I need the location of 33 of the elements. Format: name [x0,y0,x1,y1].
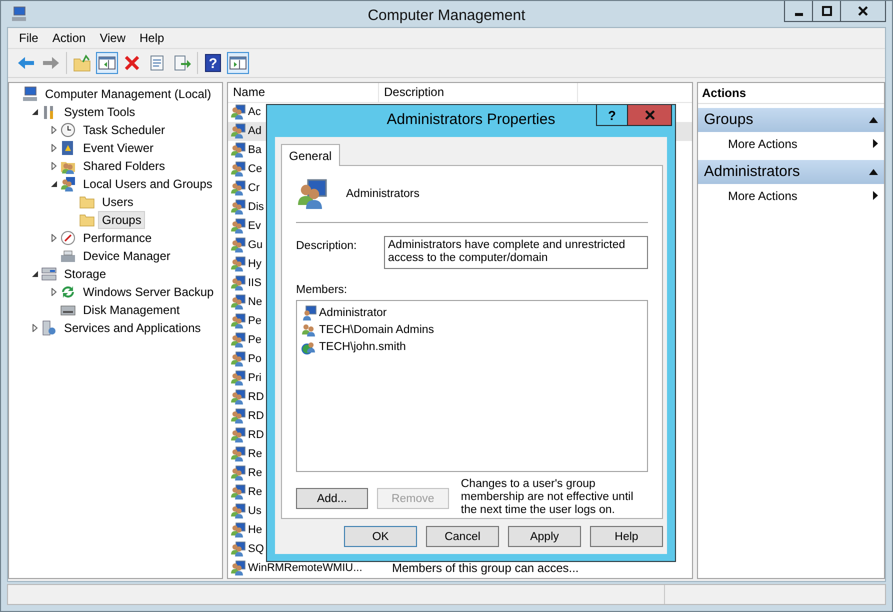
group-name: Dis [248,201,264,214]
group-name: He [248,524,262,536]
group-name: Ev [248,220,261,232]
group-name: Hy [248,258,262,270]
group-name: RD [248,429,264,442]
group-description: Members of this group can acces... [392,561,579,576]
group-name: RD [248,410,264,422]
group-name: Re [248,486,262,498]
group-name: Re [248,448,262,460]
group-name: Ne [248,296,262,308]
dialog-title: Administrators Properties [386,111,556,128]
group-name: Po [248,353,262,366]
members-label: Members: [296,284,348,296]
group-name: Ad [248,125,262,138]
group-name: WinRMRemoteWMIU... [248,562,362,574]
group-name: Pri [248,372,262,384]
group-name: Pe [248,334,262,346]
group-name: Re [248,467,262,480]
description-label: Description: [296,239,358,254]
group-name: Ba [248,144,262,156]
window-title: Computer Management [368,7,526,24]
group-name: Gu [248,239,263,252]
group-name: Cr [248,182,260,194]
group-name: Administrators [346,188,420,200]
group-name: Ac [248,106,261,118]
group-name: Us [248,505,262,518]
group-name: Ce [248,163,262,176]
group-name: SQ [248,543,264,556]
group-name: IIS [248,277,262,290]
group-name: RD [248,391,264,404]
membership-note: Changes to a user's group membership are not effective until the next time the user logs on. [460,478,634,517]
group-name: Pe [248,315,262,328]
actions-title: Actions [698,82,884,104]
